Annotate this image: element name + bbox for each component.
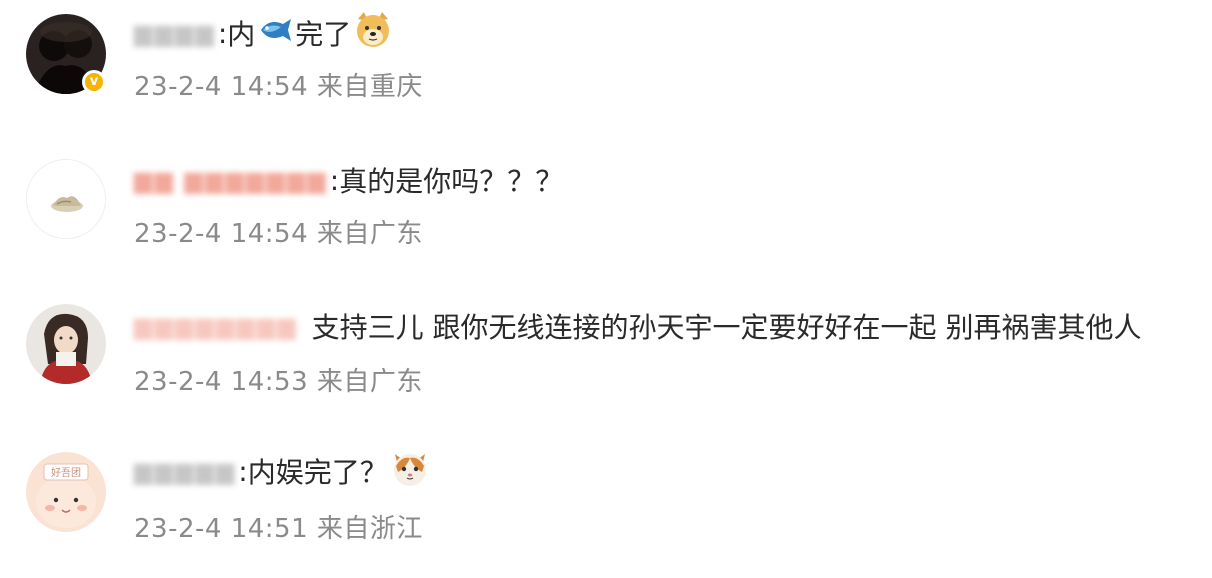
timestamp: 23-2-4 14:53 — [134, 367, 309, 397]
comment-item: 好吾团 ▆▆▆▆▆ : 内娱完了？ 23-2-4 14:51 来自浙江 — [0, 438, 1212, 578]
location: 来自浙江 — [316, 514, 423, 544]
comment-item: ▆▆ ▆▆▆▆▆▆▆ : 真的是你吗？？？ 23-2-4 14:54 来自广东 — [0, 145, 1212, 285]
comment-text: 内娱完了？ — [247, 456, 388, 489]
comment-item: ▆▆▆▆▆▆▆▆ 支持三儿 跟你无线连接的孙天宇一定要好好在一起 别再祸害其他人… — [0, 290, 1212, 430]
username-blurred[interactable]: ▆▆ ▆▆▆▆▆▆▆ — [134, 167, 328, 193]
timestamp: 23-2-4 14:54 — [134, 219, 309, 249]
avatar[interactable] — [26, 304, 106, 384]
username-blurred[interactable]: ▆▆▆▆▆ — [134, 458, 236, 484]
avatar-image — [26, 304, 106, 384]
timestamp: 23-2-4 14:51 — [134, 514, 309, 544]
username-blurred[interactable]: ▆▆▆▆ — [134, 20, 216, 46]
comment-line: ▆▆▆▆▆ : 内娱完了？ — [134, 451, 432, 491]
separator: : — [329, 163, 340, 197]
username-blurred[interactable]: ▆▆▆▆▆▆▆▆ — [134, 313, 298, 339]
comment-meta: 23-2-4 14:51 来自浙江 — [134, 508, 423, 545]
avatar-image: 好吾团 — [26, 452, 106, 532]
location: 来自重庆 — [316, 72, 423, 102]
comment-meta: 23-2-4 14:53 来自广东 — [134, 361, 423, 398]
location: 来自广东 — [316, 219, 423, 249]
verified-badge-icon: v — [82, 70, 106, 94]
comment-text: 内 — [227, 18, 256, 51]
comment-meta: 23-2-4 14:54 来自广东 — [134, 213, 423, 250]
comment-line: ▆▆▆▆ : 内 完了 — [134, 11, 395, 53]
comment-line: ▆▆▆▆▆▆▆▆ 支持三儿 跟你无线连接的孙天宇一定要好好在一起 别再祸害其他人 — [134, 306, 1141, 346]
comment-line: ▆▆ ▆▆▆▆▆▆▆ : 真的是你吗？？？ — [134, 160, 563, 200]
avatar[interactable] — [26, 159, 106, 239]
comment-item: v ▆▆▆▆ : 内 完了 23-2-4 14:54 来自重庆 — [0, 0, 1212, 140]
fish-icon — [257, 15, 293, 52]
separator: : — [238, 454, 248, 488]
location: 来自广东 — [316, 367, 423, 397]
comment-text: 真的是你吗？？？ — [339, 165, 564, 198]
timestamp: 23-2-4 14:54 — [134, 72, 309, 102]
comment-text: 支持三儿 跟你无线连接的孙天宇一定要好好在一起 别再祸害其他人 — [311, 311, 1142, 344]
avatar-text: 好吾团 — [51, 467, 81, 479]
cat-icon — [390, 448, 430, 495]
comment-text: 完了 — [295, 18, 352, 51]
comment-meta: 23-2-4 14:54 来自重庆 — [134, 66, 423, 103]
avatar[interactable]: 好吾团 — [26, 452, 106, 532]
doge-icon — [353, 10, 393, 57]
separator: : — [217, 16, 228, 50]
avatar-image — [27, 160, 105, 238]
